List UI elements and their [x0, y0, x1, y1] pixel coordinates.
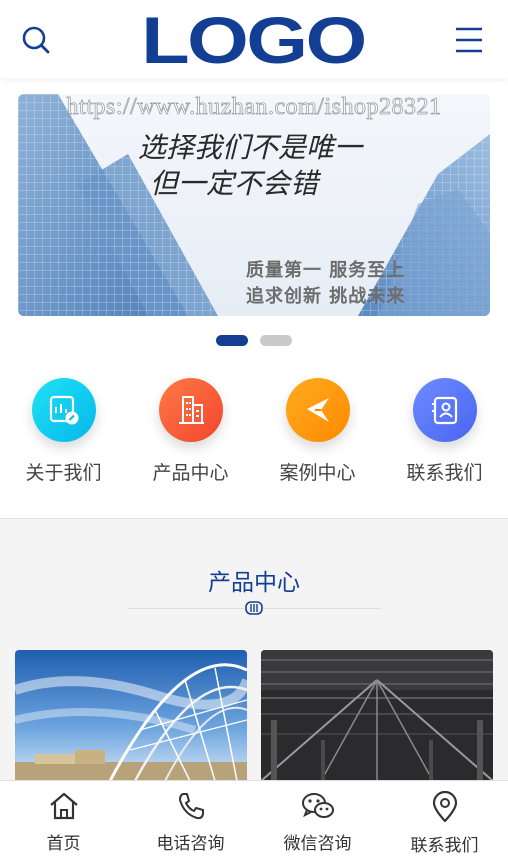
search-button[interactable] [16, 20, 56, 60]
hero-banner[interactable]: 选择我们不是唯一 但一定不会错 质量第一 服务至上 追求创新 挑战未来 [18, 94, 490, 316]
site-logo[interactable]: LOGO [138, 7, 368, 73]
hamburger-menu-icon [456, 27, 482, 53]
phone-icon [178, 793, 204, 820]
bottom-nav: 首页 电话咨询 微信咨询 联系我们 [0, 780, 508, 859]
quick-nav-products[interactable]: 产品中心 [127, 378, 254, 488]
bottom-nav-home[interactable]: 首页 [0, 781, 127, 859]
quick-nav-products-label: 产品中心 [152, 462, 229, 484]
quick-nav-cases-label: 案例中心 [279, 462, 356, 484]
bottom-nav-wechat[interactable]: 微信咨询 [254, 781, 381, 859]
cases-icon [285, 378, 350, 442]
banner-slogan-line3: 质量第一 服务至上 [246, 260, 406, 281]
banner-slogan-line1: 选择我们不是唯一 [137, 131, 362, 164]
certificate-icon [31, 378, 96, 442]
bottom-nav-phone-label: 电话咨询 [156, 834, 225, 854]
banner-slogan-line4: 追求创新 挑战未来 [246, 286, 406, 307]
quick-nav-contact-label: 联系我们 [406, 462, 483, 484]
quick-nav-about-label: 关于我们 [25, 462, 102, 484]
wechat-icon [301, 793, 334, 818]
film-reel-icon [244, 599, 264, 617]
banner-dot-2[interactable] [260, 335, 292, 346]
bottom-nav-contact[interactable]: 联系我们 [381, 781, 508, 859]
location-pin-icon [432, 791, 457, 823]
top-header: LOGO [0, 0, 508, 78]
building-icon [158, 378, 223, 442]
contact-card-icon [412, 378, 477, 442]
section-title: 产品中心 [208, 570, 300, 596]
home-icon [49, 792, 78, 820]
quick-nav-contact[interactable]: 联系我们 [381, 378, 508, 488]
menu-button[interactable] [449, 20, 489, 60]
steel-arch-structure-photo [15, 650, 247, 781]
product-card-1[interactable] [15, 650, 247, 781]
banner-pagination [0, 335, 508, 346]
banner-dot-1[interactable] [216, 335, 248, 346]
bottom-nav-contact-label: 联系我们 [410, 836, 479, 856]
product-card-2[interactable] [261, 650, 493, 781]
search-icon [22, 26, 50, 54]
banner-slogan-line2: 但一定不会错 [149, 167, 318, 200]
quick-nav-cases[interactable]: 案例中心 [254, 378, 381, 488]
bottom-nav-home-label: 首页 [46, 834, 81, 854]
bottom-nav-phone[interactable]: 电话咨询 [127, 781, 254, 859]
bottom-nav-wechat-label: 微信咨询 [283, 834, 352, 854]
product-section: 产品中心 [0, 519, 508, 781]
watermark-url: https://www.huzhan.com/ishop28321 [66, 94, 442, 121]
quick-nav: 关于我们 产品中心 案例中心 联系我们 [0, 378, 508, 488]
steel-warehouse-roof-photo [261, 650, 493, 781]
quick-nav-about[interactable]: 关于我们 [0, 378, 127, 488]
